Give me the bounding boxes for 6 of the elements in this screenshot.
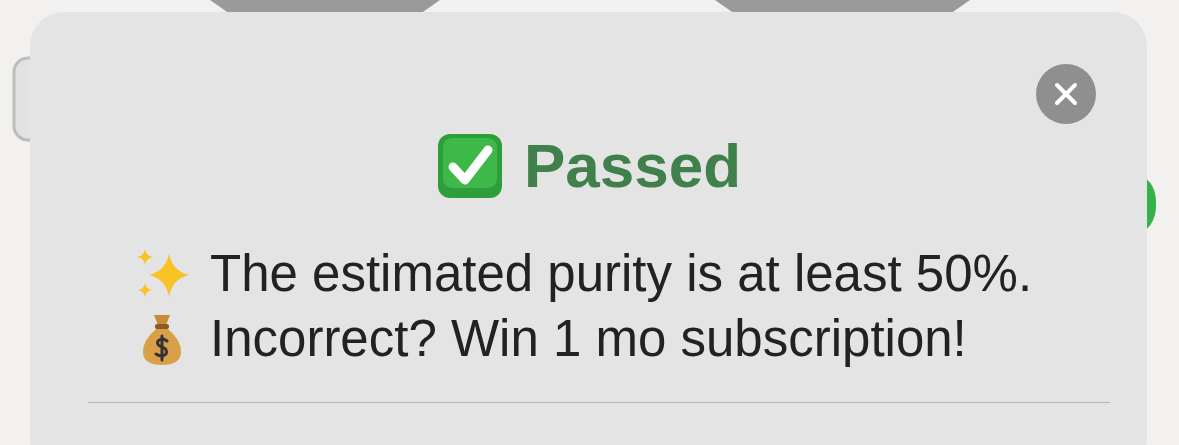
dialog-title: Passed [523,135,742,197]
check-icon [435,132,504,200]
close-button[interactable] [1036,64,1096,124]
message-text: The estimated purity is at least 50%. [210,244,1033,303]
message-text: Incorrect? Win 1 mo subscription! [210,309,967,368]
close-icon [1054,82,1078,106]
